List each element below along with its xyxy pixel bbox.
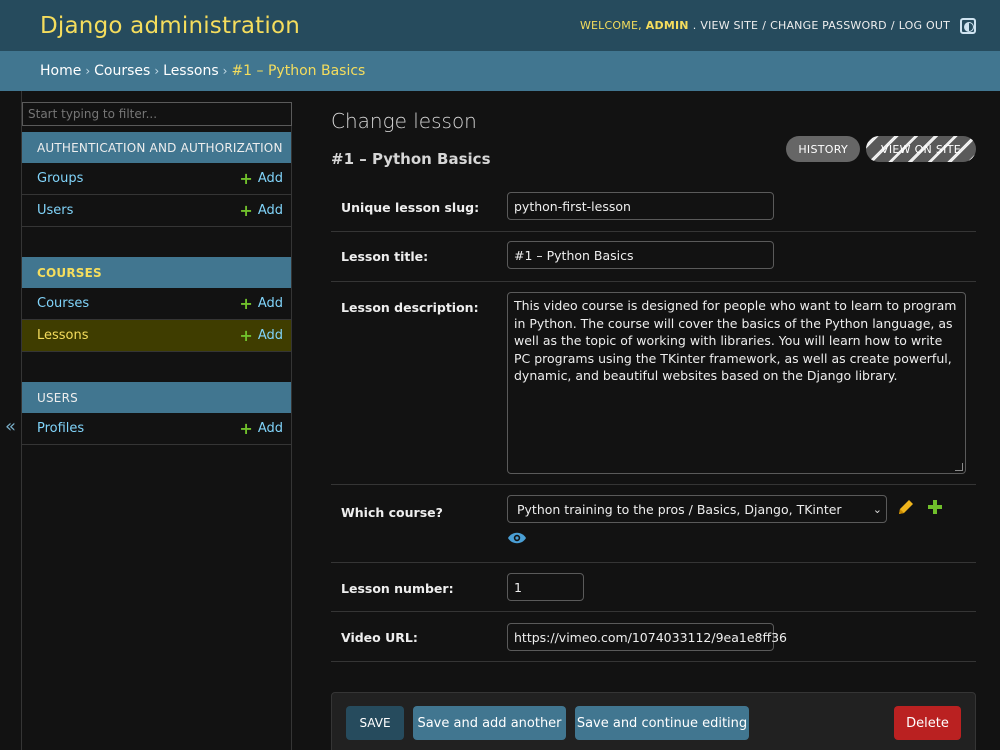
sidebar-item-courses: Courses + Add — [22, 288, 291, 320]
username: admin — [645, 19, 689, 32]
sidebar-item-label[interactable]: Profiles — [37, 421, 84, 436]
form-row-number: Lesson number: 1 — [331, 563, 976, 612]
add-label: Add — [257, 421, 283, 436]
add-label: Add — [257, 328, 283, 343]
add-users-link[interactable]: + Add — [239, 200, 283, 220]
field-label: Lesson description: — [341, 300, 479, 315]
sidebar-item-label[interactable]: Lessons — [37, 328, 89, 343]
site-header: Django administration Welcome, admin . V… — [0, 0, 1000, 51]
pencil-icon[interactable] — [897, 498, 915, 516]
separator: . — [692, 19, 697, 32]
module-users: Users Profiles + Add — [22, 382, 291, 445]
breadcrumb-home[interactable]: Home — [40, 63, 81, 79]
change-password-link[interactable]: Change password — [770, 19, 887, 32]
sidebar-item-label[interactable]: Users — [37, 203, 73, 218]
plus-icon: + — [239, 293, 253, 313]
title-input[interactable]: #1 – Python Basics — [507, 241, 774, 269]
breadcrumb-lessons[interactable]: Lessons — [163, 63, 219, 79]
save-button[interactable]: SAVE — [346, 706, 404, 740]
field-label: Lesson title: — [341, 249, 429, 264]
site-branding[interactable]: Django administration — [40, 13, 300, 39]
view-on-site-button[interactable]: View on site — [866, 136, 976, 162]
submit-row: SAVE Save and add another Save and conti… — [331, 692, 976, 750]
breadcrumb-separator: › — [222, 64, 228, 78]
sidebar-item-users: Users + Add — [22, 195, 291, 227]
course-select[interactable]: Python training to the pros / Basics, Dj… — [507, 495, 887, 523]
sidebar-item-label[interactable]: Courses — [37, 296, 89, 311]
module-courses: Courses Courses + Add Lessons + Add — [22, 257, 291, 352]
plus-icon: + — [239, 418, 253, 438]
add-groups-link[interactable]: + Add — [239, 168, 283, 188]
form-row-title: Lesson title: #1 – Python Basics — [331, 232, 976, 282]
add-courses-link[interactable]: + Add — [239, 293, 283, 313]
module-auth: Authentication and Authorization Groups … — [22, 132, 291, 227]
add-lessons-link[interactable]: + Add — [239, 325, 283, 345]
eye-icon[interactable] — [507, 531, 527, 545]
breadcrumb-current: #1 – Python Basics — [231, 63, 366, 79]
add-label: Add — [257, 171, 283, 186]
object-tools: History View on site — [786, 136, 976, 162]
add-label: Add — [257, 296, 283, 311]
nav-filter-input[interactable] — [22, 102, 292, 126]
sidebar-item-label[interactable]: Groups — [37, 171, 83, 186]
resize-handle-icon[interactable] — [955, 463, 963, 471]
breadcrumb-separator: › — [85, 64, 91, 78]
log-out-link[interactable]: Log out — [899, 19, 950, 32]
separator: / — [890, 19, 895, 32]
field-label: Which course? — [341, 505, 443, 520]
nav-sidebar: Authentication and Authorization Groups … — [22, 102, 292, 750]
course-select-value: Python training to the pros / Basics, Dj… — [517, 501, 842, 517]
delete-button[interactable]: Delete — [894, 706, 961, 740]
breadcrumb-separator: › — [154, 64, 160, 78]
form-row-slug: Unique lesson slug: python-first-lesson — [331, 182, 976, 232]
plus-icon: + — [239, 325, 253, 345]
double-chevron-left-icon: « — [4, 416, 16, 437]
save-and-continue-button[interactable]: Save and continue editing — [575, 706, 749, 740]
view-site-link[interactable]: View site — [700, 19, 758, 32]
breadcrumb-courses[interactable]: Courses — [94, 63, 150, 79]
field-label: Video URL: — [341, 630, 418, 645]
field-label: Unique lesson slug: — [341, 200, 480, 215]
sidebar-toggle-button[interactable]: « — [0, 91, 22, 750]
description-textarea[interactable]: This video course is designed for people… — [507, 292, 966, 474]
welcome-text: Welcome, — [579, 19, 642, 32]
module-caption-courses[interactable]: Courses — [22, 257, 291, 288]
history-button[interactable]: History — [786, 136, 860, 162]
form-row-video-url: Video URL: https://vimeo.com/1074033112/… — [331, 612, 976, 662]
separator: / — [762, 19, 767, 32]
module-caption-users[interactable]: Users — [22, 382, 291, 413]
breadcrumb: Home › Courses › Lessons › #1 – Python B… — [0, 51, 1000, 91]
field-label: Lesson number: — [341, 581, 454, 596]
page-title: Change lesson — [331, 109, 477, 133]
slug-input[interactable]: python-first-lesson — [507, 192, 774, 220]
user-tools: Welcome, admin . View site / Change pass… — [579, 17, 976, 34]
plus-icon: + — [239, 200, 253, 220]
lesson-number-input[interactable]: 1 — [507, 573, 584, 601]
add-label: Add — [257, 203, 283, 218]
sidebar-item-profiles: Profiles + Add — [22, 413, 291, 445]
video-url-input[interactable]: https://vimeo.com/1074033112/9ea1e8ff36 — [507, 623, 787, 651]
main-content: Change lesson #1 – Python Basics History… — [331, 102, 976, 662]
form-row-course: Which course? Python training to the pro… — [331, 485, 976, 563]
add-profiles-link[interactable]: + Add — [239, 418, 283, 438]
theme-toggle-icon[interactable] — [960, 17, 976, 34]
chevron-down-icon: ⌄ — [872, 502, 882, 516]
plus-icon: + — [239, 168, 253, 188]
sidebar-item-lessons: Lessons + Add — [22, 320, 291, 352]
sidebar-item-groups: Groups + Add — [22, 163, 291, 195]
plus-icon[interactable] — [927, 499, 943, 515]
module-caption-auth[interactable]: Authentication and Authorization — [22, 132, 291, 163]
save-and-add-another-button[interactable]: Save and add another — [413, 706, 566, 740]
description-text: This video course is designed for people… — [514, 298, 957, 383]
form-row-description: Lesson description: This video course is… — [331, 282, 976, 485]
